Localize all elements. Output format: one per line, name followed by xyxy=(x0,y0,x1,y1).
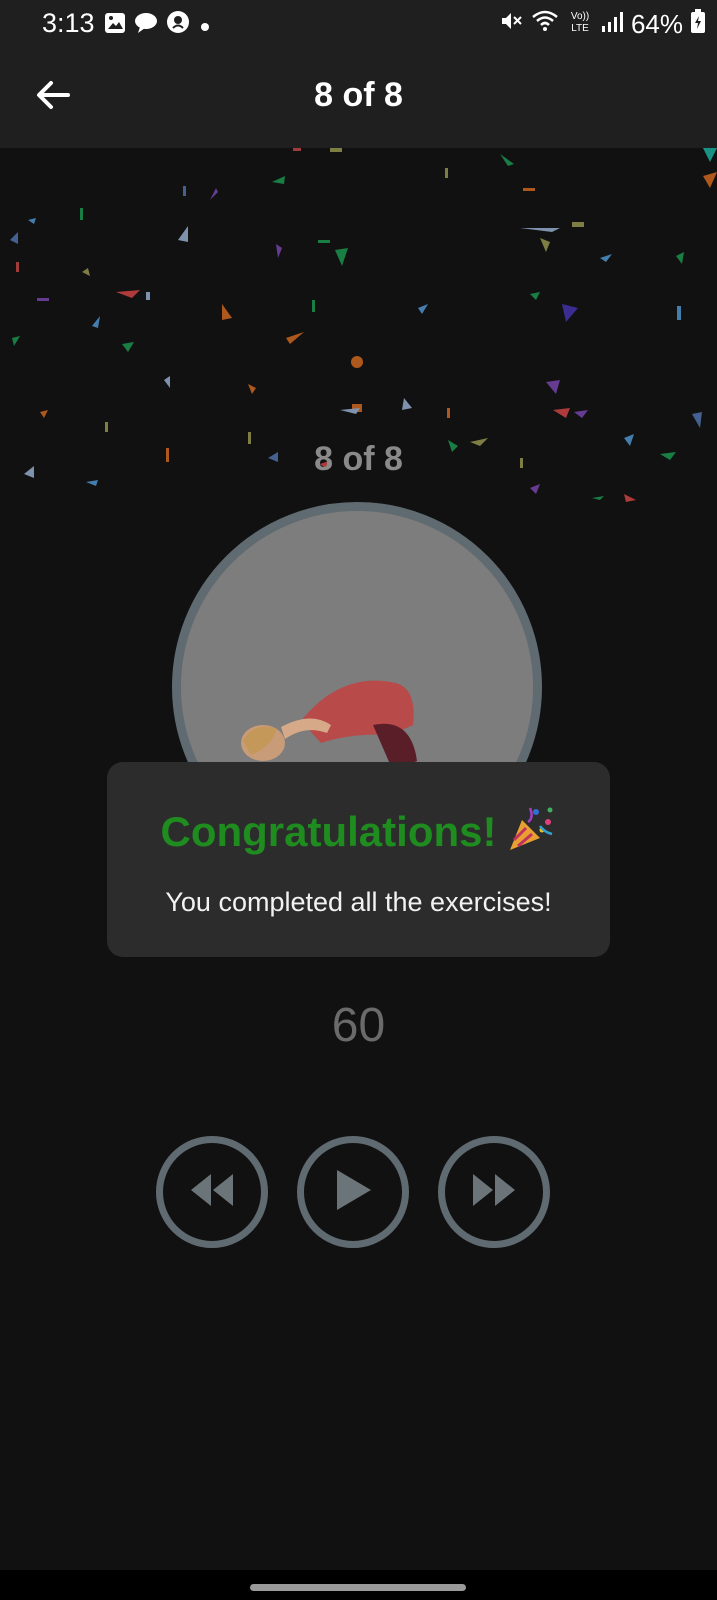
battery-icon xyxy=(691,9,705,40)
exercise-counter: 8 of 8 xyxy=(314,440,403,478)
dialog-title: Congratulations! xyxy=(160,807,497,855)
rewind-button[interactable] xyxy=(156,1136,268,1248)
gallery-icon xyxy=(104,10,126,41)
dialog-message: You completed all the exercises! xyxy=(165,887,552,917)
chat-icon xyxy=(134,10,158,41)
battery-percent: 64% xyxy=(630,9,683,39)
svg-text:LTE: LTE xyxy=(571,23,589,34)
navigation-bar xyxy=(0,1570,717,1600)
dialog-title-row: Congratulations! xyxy=(107,804,610,859)
status-right-icons: Vo)) LTE 64% xyxy=(499,8,705,41)
home-gesture-handle[interactable] xyxy=(250,1584,466,1591)
status-bar: 3:13 Vo)) LTE 64% xyxy=(0,0,717,46)
svg-text:Vo)): Vo)) xyxy=(571,11,589,22)
page-title: 8 of 8 xyxy=(314,76,403,114)
volte-icon: Vo)) LTE xyxy=(567,8,593,41)
dot-icon xyxy=(198,10,212,41)
mute-icon xyxy=(499,9,523,40)
play-button[interactable] xyxy=(297,1136,409,1248)
exercise-timer: 60 xyxy=(331,999,386,1052)
fast-forward-icon xyxy=(469,1172,519,1213)
wifi-icon xyxy=(531,9,559,40)
screen: 3:13 Vo)) LTE 64% 8 of 8 8 of 8 60 Congr… xyxy=(0,0,717,1600)
party-popper-icon xyxy=(506,804,556,859)
signal-icon xyxy=(601,9,623,40)
location-icon xyxy=(166,10,190,41)
fast-forward-button[interactable] xyxy=(438,1136,550,1248)
status-time: 3:13 xyxy=(42,8,95,38)
status-left-icons xyxy=(104,10,212,41)
congratulations-dialog[interactable]: Congratulations! You completed all the e… xyxy=(107,762,610,957)
play-icon xyxy=(333,1168,373,1217)
rewind-icon xyxy=(187,1172,237,1213)
app-bar: 8 of 8 xyxy=(0,46,717,148)
